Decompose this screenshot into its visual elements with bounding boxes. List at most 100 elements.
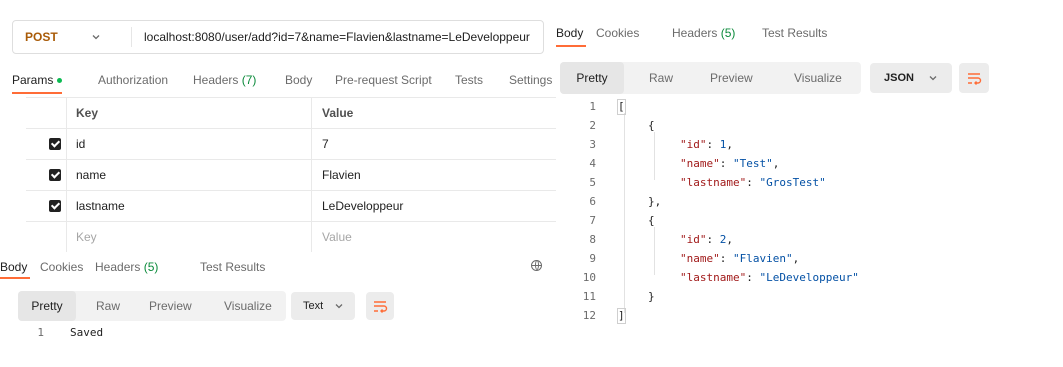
response-tab-headers[interactable]: Headers (5) [95, 258, 158, 276]
language-select[interactable]: JSON [870, 63, 952, 93]
tab-pre-request-script[interactable]: Pre-request Script [335, 68, 432, 92]
json-value: "LeDeveloppeur" [759, 271, 859, 284]
divider [131, 27, 132, 47]
json-comma: , [726, 233, 733, 246]
format-preview[interactable]: Preview [149, 291, 192, 321]
json-array-open: [ [617, 99, 626, 115]
line-number: 11 [582, 290, 596, 303]
response-tab-body[interactable]: Body [556, 24, 583, 42]
line-number: 10 [582, 271, 596, 284]
json-object-close: } [648, 290, 655, 303]
method-select[interactable]: POST [25, 21, 58, 53]
param-check-cell [26, 222, 67, 252]
format-pretty[interactable]: Pretty [18, 291, 76, 321]
format-preview[interactable]: Preview [710, 62, 753, 94]
response-tab-cookies[interactable]: Cookies [596, 24, 639, 42]
response-tab-headers[interactable]: Headers (5) [672, 24, 735, 42]
language-label: JSON [884, 72, 914, 84]
param-row-id: id 7 [26, 129, 556, 160]
json-key: "id" [680, 233, 707, 246]
tab-authorization[interactable]: Authorization [98, 68, 168, 92]
chevron-down-icon [928, 63, 938, 95]
format-pretty[interactable]: Pretty [560, 62, 624, 94]
response-tab-body[interactable]: Body [0, 258, 27, 276]
response-headers-count: (5) [720, 26, 736, 40]
json-key: "id" [680, 138, 707, 151]
value-column-header: Value [322, 106, 354, 120]
params-active-dot [57, 78, 63, 84]
response-tab-cookies[interactable]: Cookies [40, 258, 83, 276]
format-visualize[interactable]: Visualize [224, 291, 272, 321]
line-number: 1 [37, 326, 44, 339]
param-check-cell [26, 129, 67, 159]
param-key-id[interactable]: id [66, 129, 312, 159]
param-key-lastname[interactable]: lastname [66, 191, 312, 221]
line-number: 4 [589, 157, 596, 170]
param-value-name[interactable]: Flavien [312, 160, 556, 190]
line-number: 1 [589, 100, 596, 113]
url-input[interactable]: localhost:8080/user/add?id=7&name=Flavie… [144, 21, 530, 53]
wrap-lines-icon[interactable] [959, 63, 989, 93]
format-bar: Pretty Raw Preview Visualize [560, 62, 861, 94]
param-value-lastname[interactable]: LeDeveloppeur [312, 191, 556, 221]
json-object-close: }, [648, 195, 662, 208]
checkbox-checked-icon[interactable] [49, 200, 61, 212]
response-tab-headers-label: Headers [95, 260, 141, 274]
checkbox-checked-icon[interactable] [49, 138, 61, 150]
line-number: 7 [589, 214, 596, 227]
tab-tests[interactable]: Tests [455, 68, 483, 92]
json-array-close: ] [617, 308, 626, 324]
key-column-header: Key [66, 98, 312, 128]
wrap-lines-icon[interactable] [366, 292, 394, 320]
json-line: "lastname": "LeDeveloppeur" [680, 271, 859, 285]
json-colon: : [719, 252, 733, 265]
tab-settings[interactable]: Settings [509, 68, 552, 92]
json-response-body: [ { "id": 1, "name": "Test", "lastname":… [616, 99, 1016, 332]
line-number: 8 [589, 233, 596, 246]
format-raw[interactable]: Raw [96, 291, 120, 321]
tab-headers[interactable]: Headers (7) [193, 68, 256, 92]
active-tab-indicator [0, 277, 30, 279]
new-value-input[interactable]: Value [312, 222, 556, 252]
json-value: "Test" [733, 157, 773, 170]
json-colon: : [719, 157, 733, 170]
response-tabs-right: Body Cookies Headers (5) Test Results [556, 24, 1056, 47]
json-line: "id": 2, [680, 233, 733, 247]
new-key-input[interactable]: Key [66, 222, 312, 252]
check-column-header [26, 98, 67, 128]
checkbox-checked-icon[interactable] [49, 169, 61, 181]
language-label: Text [303, 300, 324, 312]
tab-headers-label: Headers [193, 73, 239, 87]
json-value: "GrosTest" [759, 176, 826, 189]
response-text: Saved [70, 326, 104, 339]
line-number: 9 [589, 252, 596, 265]
active-tab-indicator [556, 45, 586, 47]
request-tabs: Params Authorization Headers (7) Body Pr… [12, 68, 556, 96]
chevron-down-icon[interactable] [91, 21, 101, 56]
tab-params[interactable]: Params [12, 68, 63, 92]
line-number: 5 [589, 176, 596, 189]
param-key-name[interactable]: name [66, 160, 312, 190]
param-value-id[interactable]: 7 [312, 129, 556, 159]
json-colon: : [746, 176, 760, 189]
json-comma: , [772, 157, 780, 170]
json-key: "name" [680, 252, 720, 265]
response-tab-test-results[interactable]: Test Results [762, 24, 827, 42]
format-raw[interactable]: Raw [649, 62, 673, 94]
param-check-cell [26, 160, 67, 190]
format-visualize[interactable]: Visualize [794, 62, 842, 94]
response-tab-test-results[interactable]: Test Results [200, 258, 265, 276]
json-object-open: { [648, 119, 655, 132]
response-panel: Body Cookies Headers (5) Test Results Pr… [556, 0, 1063, 367]
language-select[interactable]: Text [291, 292, 355, 320]
json-key: "lastname" [680, 176, 747, 189]
json-comma: , [792, 252, 800, 265]
line-number: 2 [589, 119, 596, 132]
tab-body[interactable]: Body [285, 68, 312, 92]
json-line: "name": "Test", [680, 157, 779, 171]
globe-icon[interactable] [531, 260, 542, 271]
line-numbers: 1 2 3 4 5 6 7 8 9 10 11 12 [574, 100, 596, 332]
json-colon: : [706, 233, 720, 246]
response-tabs: Body Cookies Headers (5) Test Results [0, 258, 520, 280]
json-colon: : [706, 138, 720, 151]
